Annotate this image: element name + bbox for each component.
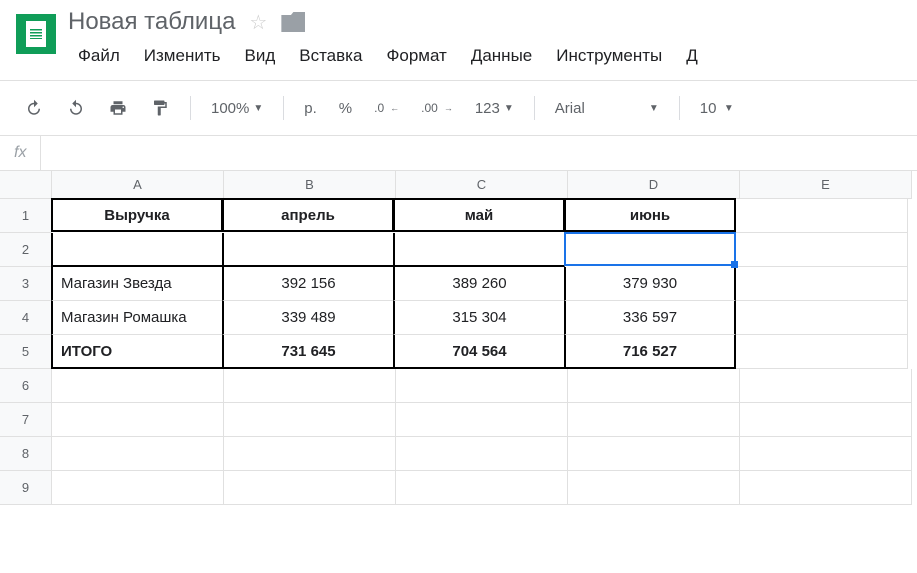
currency-button[interactable]: р. — [296, 94, 325, 123]
decrease-decimal-button[interactable]: .0← — [366, 95, 407, 121]
spreadsheet-grid[interactable]: A B C D E 1 Выручка апрель май июнь 2 3 … — [0, 171, 917, 505]
cell-a2[interactable] — [51, 233, 223, 267]
menu-more[interactable]: Д — [676, 40, 708, 72]
chevron-down-icon: ▼ — [504, 103, 514, 114]
menu-edit[interactable]: Изменить — [134, 40, 231, 72]
folder-icon[interactable] — [281, 12, 305, 32]
cell-b4[interactable]: 339 489 — [222, 301, 394, 335]
cell-d5[interactable]: 716 527 — [564, 335, 736, 369]
paint-format-button[interactable] — [142, 93, 178, 123]
row-header-8[interactable]: 8 — [0, 437, 52, 471]
sheets-logo[interactable] — [16, 14, 56, 54]
toolbar: 100% ▼ р. % .0← .00→ 123▼ Arial ▼ 10 ▼ — [0, 81, 917, 136]
cell-b1[interactable]: апрель — [222, 198, 394, 232]
col-header-b[interactable]: B — [224, 171, 396, 199]
col-header-d[interactable]: D — [568, 171, 740, 199]
cell-d4[interactable]: 336 597 — [564, 301, 736, 335]
cell-b6[interactable] — [224, 369, 396, 403]
cell-c4[interactable]: 315 304 — [393, 301, 565, 335]
cell-a1[interactable]: Выручка — [51, 198, 223, 232]
chevron-down-icon: ▼ — [724, 103, 734, 114]
cell-e5[interactable] — [736, 335, 908, 369]
fx-label: fx — [0, 136, 41, 170]
formula-input[interactable] — [41, 137, 917, 169]
star-icon[interactable]: ☆ — [249, 10, 267, 35]
row-header-5[interactable]: 5 — [0, 335, 52, 369]
percent-button[interactable]: % — [331, 94, 360, 123]
select-all-corner[interactable] — [0, 171, 52, 199]
cell-c3[interactable]: 389 260 — [393, 267, 565, 301]
cell-b3[interactable]: 392 156 — [222, 267, 394, 301]
print-button[interactable] — [100, 93, 136, 123]
menu-view[interactable]: Вид — [234, 40, 285, 72]
cell-d2[interactable] — [564, 232, 736, 266]
cell-a6[interactable] — [52, 369, 224, 403]
cell-a5[interactable]: ИТОГО — [51, 335, 223, 369]
row-header-2[interactable]: 2 — [0, 233, 52, 267]
menu-insert[interactable]: Вставка — [289, 40, 372, 72]
chevron-down-icon: ▼ — [253, 103, 263, 114]
cell-d6[interactable] — [568, 369, 740, 403]
cell-e1[interactable] — [736, 199, 908, 233]
cell-d8[interactable] — [568, 437, 740, 471]
zoom-dropdown[interactable]: 100% ▼ — [203, 94, 271, 123]
row-header-4[interactable]: 4 — [0, 301, 52, 335]
cell-c5[interactable]: 704 564 — [393, 335, 565, 369]
increase-decimal-button[interactable]: .00→ — [413, 95, 461, 121]
cell-c8[interactable] — [396, 437, 568, 471]
cell-a9[interactable] — [52, 471, 224, 505]
redo-button[interactable] — [58, 93, 94, 123]
cell-a4[interactable]: Магазин Ромашка — [51, 301, 223, 335]
cell-e3[interactable] — [736, 267, 908, 301]
doc-title[interactable]: Новая таблица — [68, 8, 235, 36]
cell-e4[interactable] — [736, 301, 908, 335]
cell-b9[interactable] — [224, 471, 396, 505]
menu-data[interactable]: Данные — [461, 40, 542, 72]
cell-d7[interactable] — [568, 403, 740, 437]
row-header-3[interactable]: 3 — [0, 267, 52, 301]
row-header-7[interactable]: 7 — [0, 403, 52, 437]
cell-e8[interactable] — [740, 437, 912, 471]
cell-e2[interactable] — [736, 233, 908, 267]
cell-c1[interactable]: май — [393, 198, 565, 232]
menubar: Файл Изменить Вид Вставка Формат Данные … — [68, 40, 901, 72]
font-dropdown[interactable]: Arial ▼ — [547, 94, 667, 123]
chevron-down-icon: ▼ — [649, 103, 659, 114]
cell-c7[interactable] — [396, 403, 568, 437]
menu-tools[interactable]: Инструменты — [546, 40, 672, 72]
col-header-c[interactable]: C — [396, 171, 568, 199]
cell-b8[interactable] — [224, 437, 396, 471]
row-header-6[interactable]: 6 — [0, 369, 52, 403]
cell-b5[interactable]: 731 645 — [222, 335, 394, 369]
row-header-1[interactable]: 1 — [0, 199, 52, 233]
font-size-dropdown[interactable]: 10 ▼ — [692, 94, 742, 123]
cell-d9[interactable] — [568, 471, 740, 505]
col-header-e[interactable]: E — [740, 171, 912, 199]
col-header-a[interactable]: A — [52, 171, 224, 199]
cell-d1[interactable]: июнь — [564, 198, 736, 232]
cell-b2[interactable] — [222, 233, 394, 267]
row-header-9[interactable]: 9 — [0, 471, 52, 505]
cell-c2[interactable] — [393, 233, 565, 267]
cell-d3[interactable]: 379 930 — [564, 267, 736, 301]
cell-a7[interactable] — [52, 403, 224, 437]
cell-b7[interactable] — [224, 403, 396, 437]
cell-e9[interactable] — [740, 471, 912, 505]
menu-format[interactable]: Формат — [376, 40, 456, 72]
undo-button[interactable] — [16, 93, 52, 123]
cell-c9[interactable] — [396, 471, 568, 505]
cell-a3[interactable]: Магазин Звезда — [51, 267, 223, 301]
more-formats-button[interactable]: 123▼ — [467, 94, 522, 123]
menu-file[interactable]: Файл — [68, 40, 130, 72]
cell-e7[interactable] — [740, 403, 912, 437]
cell-e6[interactable] — [740, 369, 912, 403]
cell-a8[interactable] — [52, 437, 224, 471]
cell-c6[interactable] — [396, 369, 568, 403]
